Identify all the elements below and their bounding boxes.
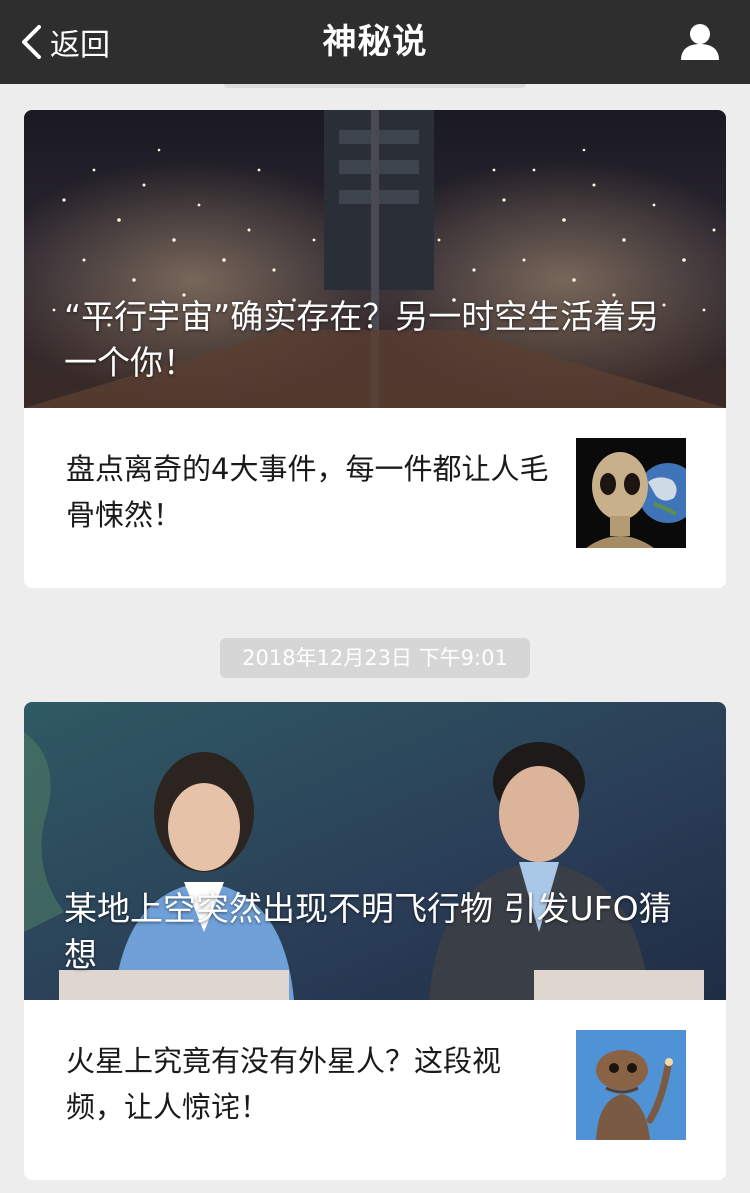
- article-sub-title: 盘点离奇的4大事件，每一件都让人毛骨悚然！: [66, 452, 549, 532]
- previous-item-edge: [224, 84, 526, 88]
- alien-earth-thumbnail-image: [576, 438, 686, 548]
- article-card: “平行宇宙”确实存在？另一时空生活着另一个你！ 盘点离奇的4大事件，每一件都让人…: [24, 110, 726, 588]
- page-title: 神秘说: [322, 22, 428, 62]
- article-sub-title: 火星上究竟有没有外星人？这段视频，让人惊诧！: [66, 1044, 502, 1124]
- article-sub-item[interactable]: 盘点离奇的4大事件，每一件都让人毛骨悚然！: [24, 408, 726, 588]
- article-sub-item[interactable]: 火星上究竟有没有外星人？这段视频，让人惊诧！: [24, 1000, 726, 1180]
- article-thumbnail: [576, 438, 686, 548]
- et-alien-thumbnail-image: [576, 1030, 686, 1140]
- article-thumbnail: [576, 1030, 686, 1140]
- timestamp-badge: 2018年12月23日 下午9:01: [220, 638, 530, 678]
- nav-bar: 返回 神秘说: [0, 0, 750, 84]
- article-card: 某地上空突然出现不明飞行物 引发UFO猜想 火星上究竟有没有外星人？这段视频，让…: [24, 702, 726, 1180]
- article-cover-title: 某地上空突然出现不明飞行物 引发UFO猜想: [64, 889, 672, 974]
- article-cover-title: “平行宇宙”确实存在？另一时空生活着另一个你！: [64, 297, 660, 382]
- user-profile-button[interactable]: [678, 20, 722, 64]
- article-cover[interactable]: “平行宇宙”确实存在？另一时空生活着另一个你！: [24, 110, 726, 408]
- article-cover[interactable]: 某地上空突然出现不明飞行物 引发UFO猜想: [24, 702, 726, 1000]
- user-icon: [681, 24, 719, 60]
